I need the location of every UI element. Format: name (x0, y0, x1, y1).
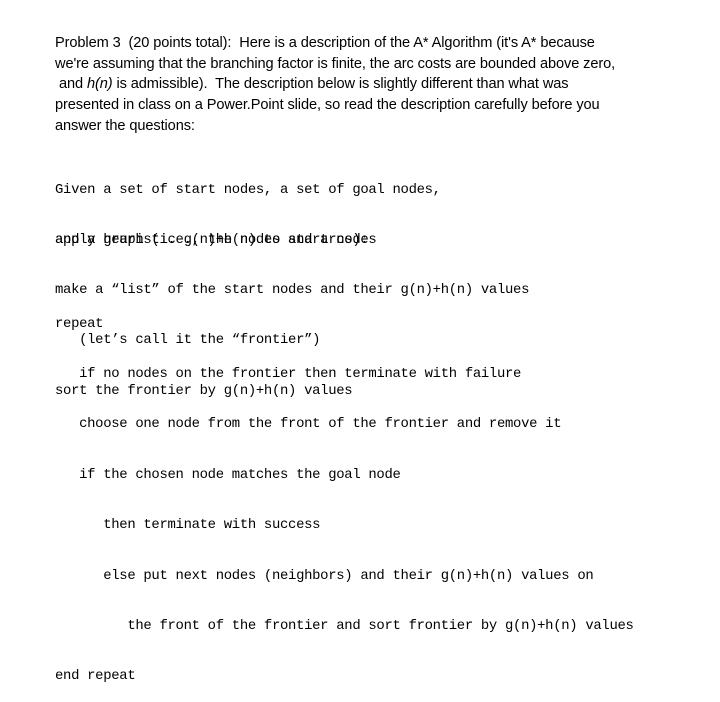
code-line: then terminate with success (55, 517, 321, 534)
code-line: Given a set of start nodes, a set of goa… (55, 181, 441, 198)
code-line: end repeat (55, 668, 136, 685)
intro-line-admissible: and h(n) is admissible). The description… (55, 74, 695, 95)
intro-line: we're assuming that the branching factor… (55, 55, 616, 72)
code-line: the front of the frontier and sort front… (55, 617, 634, 634)
code-line: else put next nodes (neighbors) and thei… (55, 567, 594, 584)
code-line: if no nodes on the frontier then termina… (55, 365, 522, 382)
code-line: repeat (55, 315, 104, 332)
code-line: choose one node from the front of the fr… (55, 416, 562, 433)
problem-description: Problem 3 (20 points total): Here is a d… (55, 33, 695, 137)
code-line: apply heuristic g(n)+h(n) to start nodes (55, 231, 377, 248)
intro-text: is admissible). The description below is… (112, 76, 569, 93)
intro-line: presented in class on a Power.Point slid… (55, 97, 600, 114)
pseudocode-loop-block: repeat if no nodes on the frontier then … (55, 282, 634, 702)
intro-line: answer the questions: (55, 117, 195, 134)
heuristic-term: h(n) (86, 76, 113, 93)
intro-line: Problem 3 (20 points total): Here is a d… (55, 35, 595, 51)
code-line: if the chosen node matches the goal node (55, 466, 401, 483)
intro-text: and (55, 76, 87, 93)
